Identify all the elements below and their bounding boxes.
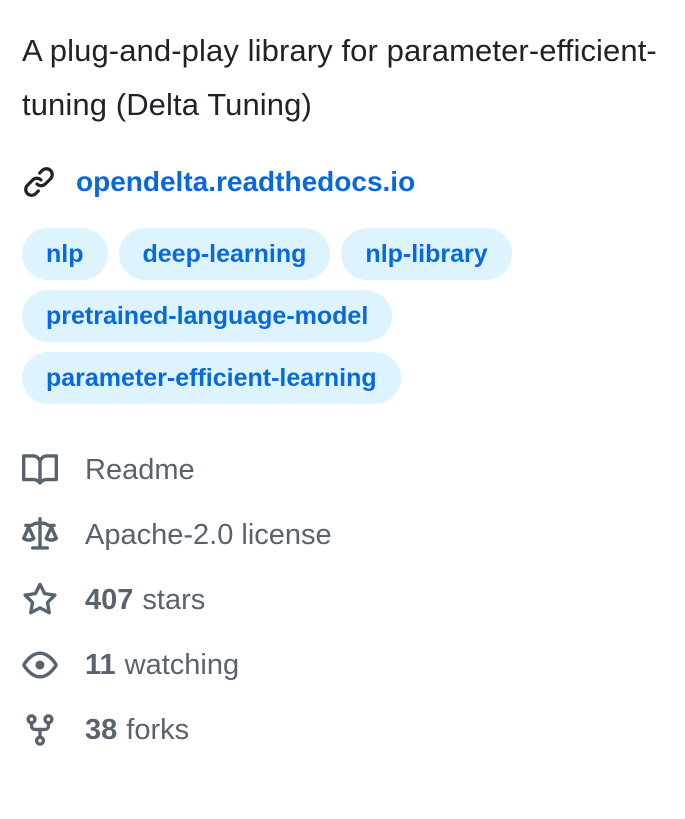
stars-link[interactable]: 407 stars <box>22 578 662 622</box>
repo-meta-list: Readme Apache-2.0 license 407 stars 11 w… <box>22 448 662 752</box>
repo-description: A plug-and-play library for parameter-ef… <box>22 33 657 122</box>
topics-list: nlp deep-learning nlp-library pretrained… <box>22 228 622 404</box>
topic-tag-nlp-library[interactable]: nlp-library <box>341 228 512 280</box>
license-link[interactable]: Apache-2.0 license <box>22 513 662 557</box>
homepage-link-row: opendelta.readthedocs.io <box>22 162 662 202</box>
about-section: A plug-and-play library for parameter-ef… <box>22 24 662 773</box>
readme-label: Readme <box>85 453 195 486</box>
watching-label: watching <box>124 648 240 681</box>
forks-count: 38 <box>85 713 118 746</box>
forks-link[interactable]: 38 forks <box>22 708 662 752</box>
watching-count: 11 <box>85 648 116 681</box>
topic-tag-parameter-efficient-learning[interactable]: parameter-efficient-learning <box>22 352 401 404</box>
repo-forked-icon <box>22 712 58 748</box>
watching-link[interactable]: 11 watching <box>22 643 662 687</box>
license-label: Apache-2.0 license <box>85 518 332 551</box>
link-icon <box>22 165 56 199</box>
star-icon <box>22 582 58 618</box>
stars-count: 407 <box>85 583 134 616</box>
stars-label: stars <box>142 583 206 616</box>
homepage-link[interactable]: opendelta.readthedocs.io <box>76 166 415 198</box>
law-icon <box>22 517 58 553</box>
eye-icon <box>22 647 58 683</box>
readme-link[interactable]: Readme <box>22 448 662 492</box>
book-icon <box>22 452 58 488</box>
forks-label: forks <box>126 713 190 746</box>
topic-tag-nlp[interactable]: nlp <box>22 228 108 280</box>
topic-tag-deep-learning[interactable]: deep-learning <box>118 228 331 280</box>
topic-tag-pretrained-language-model[interactable]: pretrained-language-model <box>22 290 393 342</box>
